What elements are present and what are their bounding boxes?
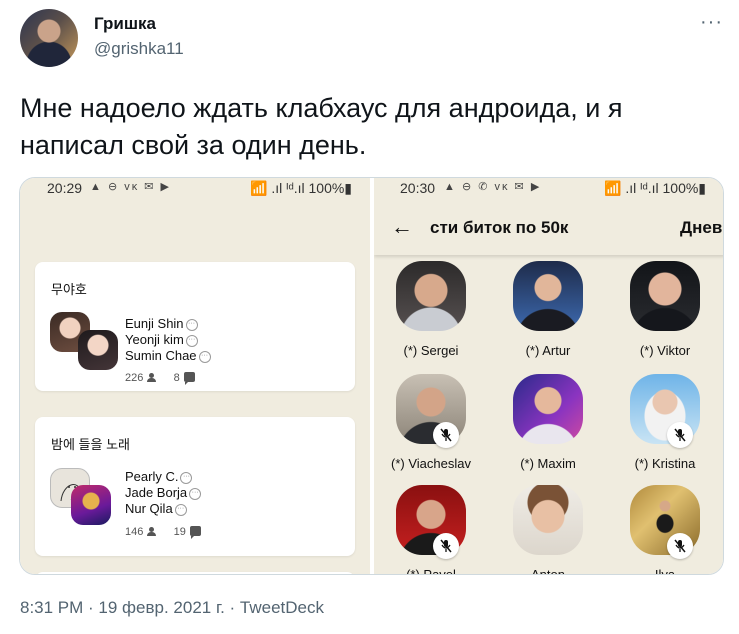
participant-name: (*) Kristina bbox=[634, 456, 696, 471]
tweet-timestamp[interactable]: 8:31 PM · 19 февр. 2021 г. · TweetDeck bbox=[20, 598, 324, 618]
mic-muted-icon bbox=[433, 533, 459, 559]
tweet-text-line-1: Мне надоело ждать клабхаус для андроида,… bbox=[20, 93, 623, 123]
participant[interactable]: (*) Viacheslav bbox=[376, 374, 486, 471]
speaker-name: Eunji Shin ··· bbox=[125, 316, 198, 331]
participant-name: (*) Pavel bbox=[406, 567, 456, 575]
speaker-name: Yeonji kim ··· bbox=[125, 332, 198, 347]
participant-photo bbox=[513, 485, 583, 555]
room-title: 밤에 들을 노래 bbox=[51, 437, 130, 452]
author-handle[interactable]: @grishka11 bbox=[94, 39, 184, 59]
room-stats: 146 19 bbox=[125, 526, 201, 539]
room-title: 무야호 bbox=[51, 282, 87, 297]
participant[interactable]: (*) Pavel bbox=[376, 485, 486, 575]
notification-icons: ▲ ⊖ ᴠᴋ ✉ ▶ bbox=[90, 181, 172, 193]
speaker-avatar bbox=[78, 330, 118, 370]
participant-name: Ilya bbox=[654, 567, 676, 575]
screenshot-room-list[interactable]: 20:29 ▲ ⊖ ᴠᴋ ✉ ▶ 📶 .ıl ᴵᵈ.ıl 100%▮ 무야호 E… bbox=[20, 178, 370, 574]
status-bar: 20:29 ▲ ⊖ ᴠᴋ ✉ ▶ 📶 .ıl ᴵᵈ.ıl 100%▮ bbox=[20, 178, 370, 198]
status-bar: 20:30 ▲ ⊖ ✆ ᴠᴋ ✉ ▶ 📶 .ıl ᴵᵈ.ıl 100%▮ bbox=[374, 178, 723, 198]
chat-bubble-icon: ··· bbox=[185, 318, 198, 331]
speaker-name: Nur Qila ··· bbox=[125, 501, 187, 516]
person-icon bbox=[147, 527, 157, 536]
chat-bubble-icon: ··· bbox=[174, 503, 187, 516]
chat-icon bbox=[189, 526, 201, 539]
participant[interactable]: Ilya bbox=[610, 485, 720, 575]
notification-icons: ▲ ⊖ ✆ ᴠᴋ ✉ ▶ bbox=[444, 181, 542, 193]
mic-muted-icon bbox=[667, 422, 693, 448]
speaker-count: 19 bbox=[173, 526, 186, 538]
back-arrow-icon[interactable]: ← bbox=[391, 214, 413, 240]
author-avatar[interactable] bbox=[20, 9, 78, 67]
screenshot-room-view[interactable]: 20:30 ▲ ⊖ ✆ ᴠᴋ ✉ ▶ 📶 .ıl ᴵᵈ.ıl 100%▮ ← с… bbox=[374, 178, 723, 575]
person-icon bbox=[147, 373, 157, 382]
signal-battery: 📶 .ıl ᴵᵈ.ıl 100%▮ bbox=[250, 180, 353, 196]
participant-photo bbox=[513, 374, 583, 444]
participant[interactable]: (*) Sergei bbox=[376, 261, 486, 358]
chat-bubble-icon: ··· bbox=[185, 334, 198, 347]
participant-photo bbox=[396, 261, 466, 331]
participant[interactable]: (*) Maxim bbox=[493, 374, 603, 471]
participant-name: Anton bbox=[531, 567, 565, 575]
tweet-media[interactable]: 20:29 ▲ ⊖ ᴠᴋ ✉ ▶ 📶 .ıl ᴵᵈ.ıl 100%▮ 무야호 E… bbox=[19, 177, 724, 575]
tweet: Гришка @grishka11 ··· Мне надоело ждать … bbox=[0, 0, 739, 634]
status-time: 20:29 bbox=[47, 180, 83, 196]
chat-bubble-icon: ··· bbox=[180, 471, 193, 484]
tweet-text-line-2: написал свой за один день. bbox=[20, 130, 367, 160]
participant-photo bbox=[513, 261, 583, 331]
participant-name: (*) Viktor bbox=[639, 343, 691, 358]
participant-name: (*) Artur bbox=[525, 343, 571, 358]
room-card[interactable]: 밤에 들을 노래 Pearly C. ··· Jade Borja ··· Nur … bbox=[35, 417, 355, 556]
chat-icon bbox=[183, 372, 195, 385]
speaker-name: Pearly C. ··· bbox=[125, 469, 193, 484]
room-card[interactable] bbox=[35, 572, 355, 574]
listener-count: 226 bbox=[125, 372, 144, 384]
chat-bubble-icon: ··· bbox=[198, 350, 211, 363]
more-options-icon[interactable]: ··· bbox=[700, 11, 723, 34]
mic-muted-icon bbox=[667, 533, 693, 559]
participant[interactable]: (*) Kristina bbox=[610, 374, 720, 471]
author-name[interactable]: Гришка bbox=[94, 14, 156, 34]
participant-name: (*) Viacheslav bbox=[391, 456, 471, 471]
speaker-name: Jade Borja ··· bbox=[125, 485, 202, 500]
status-time: 20:30 bbox=[400, 180, 436, 196]
room-stats: 226 8 bbox=[125, 372, 195, 385]
participant-photo bbox=[630, 261, 700, 331]
tweet-text: Мне надоело ждать клабхаус для андроида,… bbox=[20, 90, 710, 164]
participant[interactable]: Anton bbox=[493, 485, 603, 575]
speaker-avatar bbox=[71, 485, 111, 525]
mic-muted-icon bbox=[433, 422, 459, 448]
chat-bubble-icon: ··· bbox=[189, 487, 202, 500]
speaker-count: 8 bbox=[173, 372, 180, 384]
participant[interactable]: (*) Viktor bbox=[610, 261, 720, 358]
room-card[interactable]: 무야호 Eunji Shin ··· Yeonji kim ··· Sumin Ch… bbox=[35, 262, 355, 391]
speaker-name: Sumin Chae ··· bbox=[125, 348, 211, 363]
participant-name: (*) Sergei bbox=[403, 343, 459, 358]
room-name: сти биток по 50к bbox=[430, 218, 569, 237]
signal-battery: 📶 .ıl ᴵᵈ.ıl 100%▮ bbox=[604, 180, 707, 196]
participant[interactable]: (*) Artur bbox=[493, 261, 603, 358]
room-tab[interactable]: Днев bbox=[680, 218, 722, 238]
participant-name: (*) Maxim bbox=[520, 456, 576, 471]
listener-count: 146 bbox=[125, 526, 144, 538]
room-header: 20:30 ▲ ⊖ ✆ ᴠᴋ ✉ ▶ 📶 .ıl ᴵᵈ.ıl 100%▮ ← с… bbox=[374, 178, 723, 255]
